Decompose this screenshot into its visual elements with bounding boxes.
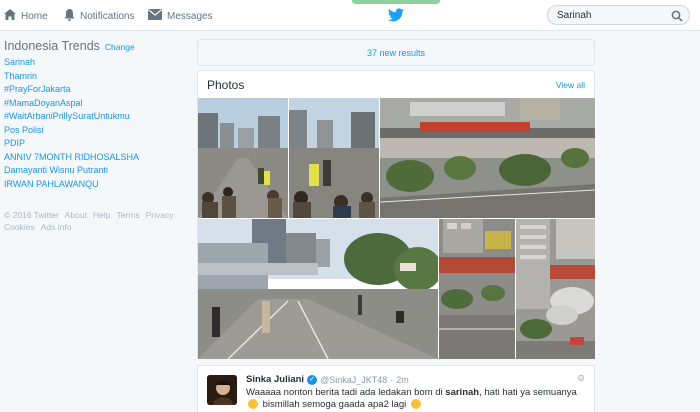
nav-notifications-label: Notifications: [80, 10, 135, 22]
tweet-card[interactable]: Sinka Juliani ✓ @SinkaJ_JKT48 · 2m ⚙ Waa…: [197, 365, 595, 412]
tweet-header: Sinka Juliani ✓ @SinkaJ_JKT48 · 2m: [246, 374, 409, 385]
tweet-text-highlight: sarinah: [445, 387, 480, 398]
tweet-separator: ·: [390, 374, 394, 385]
search-icon[interactable]: [671, 9, 683, 22]
tweet-timestamp[interactable]: 2m: [396, 375, 409, 385]
tweet-text-part1: Waaaaa nonton berita tadi ada ledakan bo…: [246, 387, 446, 398]
new-results-bar[interactable]: 37 new results: [197, 39, 595, 66]
nav-messages[interactable]: Messages: [148, 8, 213, 24]
photo-thumbnail-aerial-starbucks[interactable]: [380, 98, 595, 218]
trend-item[interactable]: Pos Polisi: [4, 124, 184, 138]
trends-title: Indonesia Trends: [4, 39, 100, 53]
view-all-link[interactable]: View all: [556, 80, 585, 90]
footer-link-about[interactable]: About: [65, 210, 87, 220]
twitter-bird-logo[interactable]: [388, 8, 404, 22]
verified-badge-icon: ✓: [307, 374, 318, 385]
photos-module: Photos View all: [197, 70, 595, 359]
nav-home-label: Home: [21, 10, 48, 22]
trend-item[interactable]: #MamaDoyanAspal: [4, 97, 184, 111]
bell-icon: [64, 8, 75, 24]
footer-link-terms[interactable]: Terms: [116, 210, 139, 220]
trends-change-link[interactable]: Change: [105, 42, 135, 52]
search-box[interactable]: [547, 5, 690, 25]
search-input[interactable]: [557, 9, 671, 21]
nav-messages-label: Messages: [167, 10, 213, 22]
photo-thumbnail-aerial-police-post[interactable]: [439, 219, 515, 359]
nav-notifications[interactable]: Notifications: [64, 8, 134, 24]
trend-item[interactable]: #WaitArbaniPrillySuratUntukmu: [4, 110, 184, 124]
footer-links: © 2016 Twitter About Help Terms Privacy Cook…: [4, 209, 189, 233]
tweet-author-name[interactable]: Sinka Juliani: [246, 374, 304, 385]
nav-home[interactable]: Home: [4, 8, 48, 24]
trend-item[interactable]: Sarinah: [4, 56, 184, 70]
crying-face-emoji-icon: [410, 399, 421, 410]
tweet-text: Waaaaa nonton berita tadi ada ledakan bo…: [246, 387, 586, 411]
trend-item[interactable]: Thamrin: [4, 70, 184, 84]
loading-progress-bar: [352, 0, 440, 4]
footer-copyright: © 2016 Twitter: [4, 210, 59, 220]
photo-thumbnail-street-police-2[interactable]: [289, 98, 379, 218]
avatar[interactable]: [207, 375, 237, 405]
footer-link-help[interactable]: Help: [93, 210, 110, 220]
footer-link-cookies[interactable]: Cookies: [4, 222, 35, 232]
trends-header: Indonesia Trends Change: [4, 39, 184, 53]
more-options-icon[interactable]: ⚙: [577, 373, 585, 384]
envelope-icon: [148, 9, 162, 23]
footer-link-privacy[interactable]: Privacy: [146, 210, 174, 220]
trend-item[interactable]: Damayanti Wisnu Putranti: [4, 164, 184, 178]
trend-list: Sarinah Thamrin #PrayForJakarta #MamaDoy…: [4, 56, 184, 191]
tweet-text-part2: , hati hati ya semuanya: [479, 387, 577, 398]
trend-item[interactable]: #PrayForJakarta: [4, 83, 184, 97]
crying-face-emoji-icon: [248, 399, 258, 410]
home-icon: [4, 9, 16, 23]
trend-item[interactable]: PDIP: [4, 137, 184, 151]
trend-item[interactable]: IRWAN PAHLAWANQU: [4, 178, 184, 192]
photos-title: Photos: [207, 78, 245, 92]
tweet-text-line2: bismillah semoga gaada apa2 lagi: [262, 399, 407, 410]
tweet-author-handle[interactable]: @SinkaJ_JKT48: [320, 375, 387, 385]
trend-item[interactable]: ANNIV 7MONTH RIDHOSALSHA: [4, 151, 184, 165]
trends-module: Indonesia Trends Change Sarinah Thamrin …: [4, 39, 184, 191]
footer-link-ads-info[interactable]: Ads info: [41, 222, 72, 232]
top-navigation-bar: Home Notifications Messages: [0, 0, 700, 31]
photo-thumbnail-street-police-1[interactable]: [198, 98, 288, 218]
photo-thumbnail-street-wide[interactable]: [198, 219, 438, 359]
photo-thumbnail-aerial-smoke[interactable]: [516, 219, 595, 359]
